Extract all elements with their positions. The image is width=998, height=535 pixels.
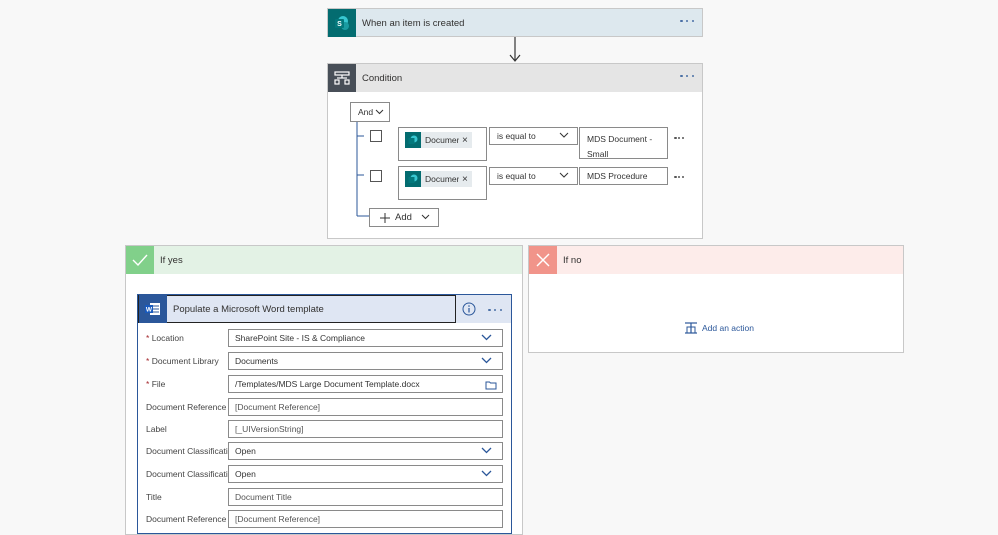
close-icon (529, 246, 557, 274)
add-action-icon (685, 322, 697, 334)
if-yes-branch: If yes W Populate a Microsoft Word templ… (125, 245, 523, 535)
if-yes-title: If yes (160, 254, 183, 266)
row-1-left-operand[interactable]: Document... × (398, 127, 487, 161)
plus-icon (380, 212, 390, 223)
svg-text:W: W (146, 307, 153, 314)
trigger-card[interactable]: S When an item is created (327, 8, 703, 37)
chevron-down-icon (375, 109, 384, 115)
file-picker-input[interactable]: /Templates/MDS Large Document Template.d… (228, 375, 503, 393)
document-library-dropdown[interactable]: Documents (228, 352, 503, 370)
document-classification-dropdown-1[interactable]: Open (228, 442, 503, 460)
add-condition-button[interactable]: Add (369, 208, 439, 227)
row-2-token-label: Document... (425, 174, 459, 184)
document-reference-input-2[interactable]: [Document Reference] (228, 510, 503, 528)
chevron-down-icon (481, 470, 492, 477)
sharepoint-icon: S (328, 9, 356, 37)
add-an-action-label: Add an action (702, 323, 754, 333)
field-label-document-classification-1: Document Classification (146, 446, 238, 456)
chevron-down-icon (481, 357, 492, 364)
condition-title: Condition (362, 72, 403, 84)
row-2-operator-value: is equal to (497, 171, 536, 181)
row-1-token[interactable]: Document... × (405, 132, 472, 148)
if-no-branch: If no Add an action (528, 245, 904, 353)
field-label-label: Label (146, 424, 167, 434)
sharepoint-icon (405, 132, 421, 148)
trigger-header[interactable]: S When an item is created (328, 9, 702, 37)
field-label-file: * File (146, 379, 166, 389)
chevron-down-icon (481, 447, 492, 454)
word-action-header[interactable]: W Populate a Microsoft Word template (138, 295, 456, 323)
row-2-checkbox[interactable] (370, 170, 382, 182)
field-label-document-reference-2: Document Reference (146, 514, 227, 524)
folder-icon[interactable] (485, 380, 497, 390)
row-2-operator-dropdown[interactable]: is equal to (489, 167, 578, 185)
field-label-document-library: * Document Library (146, 356, 219, 366)
row-1-operator-value: is equal to (497, 131, 536, 141)
if-no-title: If no (563, 254, 582, 266)
title-input[interactable]: Document Title (228, 488, 503, 506)
row-1-checkbox[interactable] (370, 130, 382, 142)
row-2-value-line-1: MDS Procedure (587, 171, 648, 181)
if-no-header[interactable]: If no (529, 246, 903, 274)
condition-card: Condition And Document... × is equal to … (327, 63, 703, 239)
row-1-value-line-2: Small (587, 149, 609, 159)
remove-token-icon[interactable]: × (462, 174, 468, 185)
label-input[interactable]: [_UIVersionString] (228, 420, 503, 438)
info-icon[interactable] (462, 302, 476, 316)
if-yes-header[interactable]: If yes (126, 246, 522, 274)
add-an-action-button[interactable]: Add an action (684, 322, 754, 334)
chevron-down-icon (559, 172, 569, 178)
trigger-title: When an item is created (362, 17, 465, 29)
condition-icon (328, 64, 356, 92)
condition-more-options-icon[interactable] (680, 73, 694, 79)
location-dropdown[interactable]: SharePoint Site - IS & Compliance (228, 329, 503, 347)
word-action-more-options-icon[interactable] (488, 307, 502, 313)
row-1-more-options-icon[interactable] (674, 135, 684, 141)
document-classification-dropdown-2[interactable]: Open (228, 465, 503, 483)
field-label-document-reference: Document Reference (146, 402, 227, 412)
add-condition-label: Add (395, 212, 412, 223)
field-label-document-classification-2: Document Classification (146, 469, 238, 479)
svg-text:S: S (337, 21, 342, 28)
row-1-value-line-1: MDS Document - (587, 134, 653, 144)
trigger-more-options-icon[interactable] (680, 18, 694, 24)
group-operator-value: And (358, 107, 374, 117)
row-1-right-operand[interactable]: MDS Document - Small (579, 127, 668, 159)
row-2-token[interactable]: Document... × (405, 171, 472, 187)
condition-header[interactable]: Condition (328, 64, 702, 92)
connector-arrow-icon (509, 37, 521, 62)
remove-token-icon[interactable]: × (462, 135, 468, 146)
field-label-location: * Location (146, 333, 184, 343)
word-action-title: Populate a Microsoft Word template (173, 303, 324, 315)
row-1-operator-dropdown[interactable]: is equal to (489, 127, 578, 145)
word-template-action-card: W Populate a Microsoft Word template * L… (137, 294, 512, 534)
sharepoint-icon (405, 171, 421, 187)
chevron-down-icon (421, 214, 430, 219)
field-label-title: Title (146, 492, 162, 502)
row-2-left-operand[interactable]: Document... × (398, 166, 487, 200)
row-1-token-label: Document... (425, 135, 459, 145)
word-icon: W (139, 295, 167, 323)
group-operator-dropdown[interactable]: And (350, 102, 390, 122)
chevron-down-icon (559, 132, 569, 138)
row-2-more-options-icon[interactable] (674, 174, 684, 180)
checkmark-icon (126, 246, 154, 274)
document-reference-input[interactable]: [Document Reference] (228, 398, 503, 416)
row-2-right-operand[interactable]: MDS Procedure (579, 167, 668, 185)
chevron-down-icon (481, 334, 492, 341)
